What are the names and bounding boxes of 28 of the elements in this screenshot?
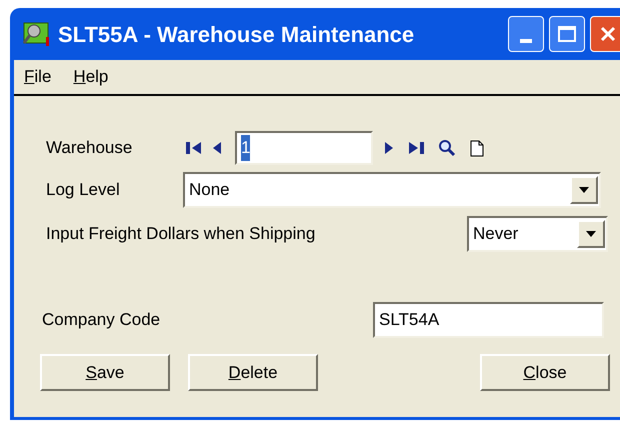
dropdown-button[interactable] (577, 220, 605, 248)
close-icon (599, 25, 617, 43)
dropdown-button[interactable] (570, 176, 598, 204)
dropdown-field[interactable]: Never (467, 216, 608, 252)
first-record-icon[interactable] (186, 141, 202, 155)
last-record-icon[interactable] (408, 141, 424, 155)
window-title: SLT55A - Warehouse Maintenance (58, 20, 416, 48)
maximize-button[interactable] (549, 16, 585, 52)
minimize-button[interactable] (508, 16, 544, 52)
button[interactable]: Delete (188, 354, 318, 391)
caret-icon (586, 231, 596, 237)
button[interactable]: Close (480, 354, 610, 391)
field-label: Company Code (42, 309, 160, 332)
field-label: Input Freight Dollars when Shipping (46, 223, 316, 246)
caret-icon (579, 187, 589, 193)
field-label: Log Level (46, 179, 121, 202)
field-label: Warehouse (46, 137, 134, 160)
warehouse-field[interactable]: 1 (235, 131, 373, 165)
dropdown-field[interactable]: None (183, 172, 601, 208)
new-document-icon[interactable] (470, 140, 484, 156)
menu-item[interactable]: File (24, 64, 52, 90)
close-button[interactable] (590, 16, 620, 52)
search-icon[interactable] (438, 139, 456, 157)
menu-item[interactable]: Help (73, 64, 108, 90)
button[interactable]: Save (40, 354, 170, 391)
next-record-icon[interactable] (385, 141, 394, 155)
previous-record-icon[interactable] (212, 141, 221, 155)
company-code-field[interactable]: SLT54A (373, 302, 604, 338)
